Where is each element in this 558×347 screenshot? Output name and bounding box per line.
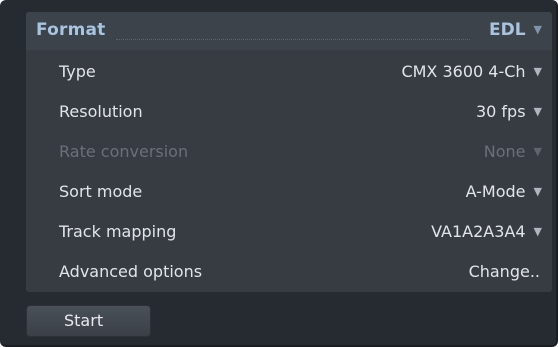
type-dropdown[interactable]: CMX 3600 4-Ch ▼ [401,62,542,81]
sort-mode-value: A-Mode [465,182,526,201]
advanced-options-label: Advanced options [59,262,203,281]
setting-row-sort-mode: Sort mode A-Mode ▼ [26,173,552,211]
track-mapping-label: Track mapping [59,222,177,241]
format-value: EDL [488,20,526,40]
type-value: CMX 3600 4-Ch [401,62,526,81]
chevron-down-icon: ▼ [533,225,542,238]
track-mapping-dropdown[interactable]: VA1A2A3A4 ▼ [431,222,542,241]
setting-row-advanced-options: Advanced options Change.. [26,253,552,291]
rate-conversion-dropdown: None ▼ [484,142,542,161]
format-settings-panel: Format EDL ▼ Type CMX 3600 4-Ch ▼ Resoluti… [26,12,552,292]
setting-row-type: Type CMX 3600 4-Ch ▼ [26,53,552,91]
chevron-down-icon: ▼ [533,185,542,198]
format-dropdown[interactable]: EDL ▼ [489,20,542,40]
format-label: Format [36,20,106,40]
header-leader-dots [116,39,470,40]
advanced-options-change-link[interactable]: Change.. [469,262,540,281]
sort-mode-dropdown[interactable]: A-Mode ▼ [466,182,542,201]
resolution-value: 30 fps [475,102,526,121]
type-label: Type [59,62,96,81]
track-mapping-value: VA1A2A3A4 [431,222,526,241]
rate-conversion-label: Rate conversion [59,142,189,161]
chevron-down-icon: ▼ [533,105,542,118]
resolution-label: Resolution [59,102,143,121]
resolution-dropdown[interactable]: 30 fps ▼ [476,102,542,121]
chevron-down-icon: ▼ [533,65,542,78]
rate-conversion-value: None [483,142,526,161]
chevron-down-icon: ▼ [533,145,542,158]
start-button[interactable]: Start [26,305,151,337]
setting-row-rate-conversion: Rate conversion None ▼ [26,133,552,171]
setting-row-resolution: Resolution 30 fps ▼ [26,93,552,131]
export-settings-window: Format EDL ▼ Type CMX 3600 4-Ch ▼ Resoluti… [0,0,558,347]
sort-mode-label: Sort mode [59,182,143,201]
format-header[interactable]: Format EDL ▼ [26,12,552,50]
setting-row-track-mapping: Track mapping VA1A2A3A4 ▼ [26,213,552,251]
chevron-down-icon: ▼ [533,23,542,36]
